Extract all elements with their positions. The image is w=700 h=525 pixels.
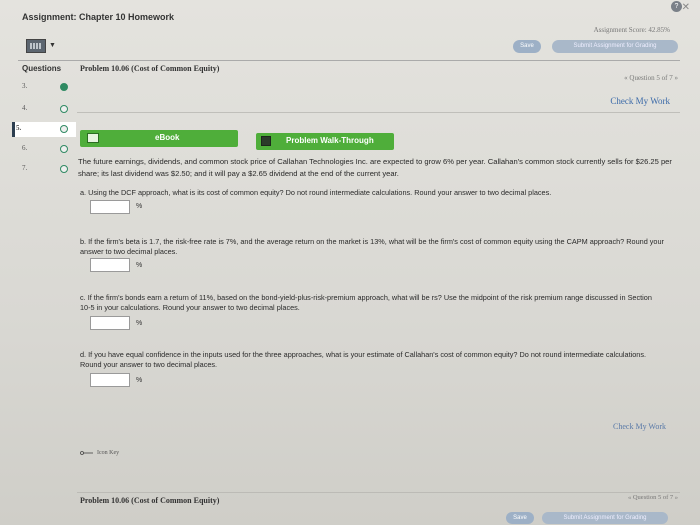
calculator-icon[interactable] (26, 39, 46, 53)
section-divider (77, 112, 680, 113)
submit-assignment-button[interactable]: Submit Assignment for Grading (552, 40, 678, 53)
part-c-text: c. If the firm's bonds earn a return of … (80, 293, 652, 312)
question-item-5[interactable]: 5. (12, 122, 76, 137)
status-incomplete-icon (60, 165, 68, 173)
footer-submit-assignment-button[interactable]: Submit Assignment for Grading (542, 512, 668, 524)
question-navigator[interactable]: « Question 5 of 7 » (624, 74, 678, 82)
close-icon[interactable]: ✕ (682, 2, 690, 13)
walkthrough-label: Problem Walk-Through (286, 136, 374, 145)
part-d-text: d. If you have equal confidence in the i… (80, 350, 647, 369)
question-number: 7. (22, 164, 28, 172)
assignment-score: Assignment Score: 42.85% (593, 26, 670, 34)
question-number: 5. (16, 124, 22, 132)
icon-key-label: Icon Key (97, 450, 120, 456)
percent-unit: % (136, 377, 143, 384)
question-item-7[interactable]: 7. (12, 162, 76, 177)
problem-intro: The future earnings, dividends, and comm… (78, 157, 672, 178)
question-item-3[interactable]: 3. (12, 80, 76, 95)
status-incomplete-icon (60, 125, 68, 133)
question-item-6[interactable]: 6. (12, 142, 76, 157)
part-b-text: b. If the firm's beta is 1.7, the risk-f… (80, 237, 664, 256)
percent-unit: % (136, 262, 143, 269)
problem-title: Problem 10.06 (Cost of Common Equity) (80, 64, 220, 73)
part-c-answer-input[interactable] (90, 316, 130, 330)
check-my-work-button[interactable]: Check My Work (610, 96, 670, 106)
percent-unit: % (136, 203, 143, 210)
footer-save-button[interactable]: Save (506, 512, 534, 524)
question-number: 3. (22, 82, 28, 90)
check-my-work-button-bottom[interactable]: Check My Work (613, 422, 666, 431)
icon-key-link[interactable]: Icon Key (80, 450, 119, 456)
header-divider (18, 60, 680, 61)
question-number: 4. (22, 104, 28, 112)
chevron-down-icon[interactable]: ▼ (49, 42, 56, 49)
problem-walkthrough-button[interactable]: Problem Walk-Through (256, 133, 394, 150)
part-a-answer-input[interactable] (90, 200, 130, 214)
assignment-title: Assignment: Chapter 10 Homework (22, 12, 175, 22)
footer-divider (77, 492, 680, 493)
save-button[interactable]: Save (513, 40, 541, 53)
status-incomplete-icon (60, 105, 68, 113)
percent-unit: % (136, 320, 143, 327)
status-complete-icon (60, 83, 68, 91)
ebook-label: eBook (155, 133, 180, 142)
assignment-page: Assignment: Chapter 10 Homework ? ✕ Assi… (0, 0, 700, 525)
ebook-button[interactable]: eBook (80, 130, 238, 147)
question-number: 6. (22, 144, 28, 152)
part-a-text: a. Using the DCF approach, what is its c… (80, 188, 552, 197)
question-list: 3. 4. 5. 6. 7. (12, 78, 76, 188)
video-icon (261, 136, 271, 146)
status-incomplete-icon (60, 145, 68, 153)
questions-heading: Questions (22, 64, 62, 73)
question-item-4[interactable]: 4. (12, 102, 76, 117)
part-d-answer-input[interactable] (90, 373, 130, 387)
footer-problem-title: Problem 10.06 (Cost of Common Equity) (80, 496, 220, 505)
book-icon (87, 133, 99, 143)
key-icon (80, 450, 93, 455)
footer-question-navigator[interactable]: « Question 5 of 7 » (628, 494, 678, 501)
part-b-answer-input[interactable] (90, 258, 130, 272)
help-icon[interactable]: ? (671, 1, 682, 12)
